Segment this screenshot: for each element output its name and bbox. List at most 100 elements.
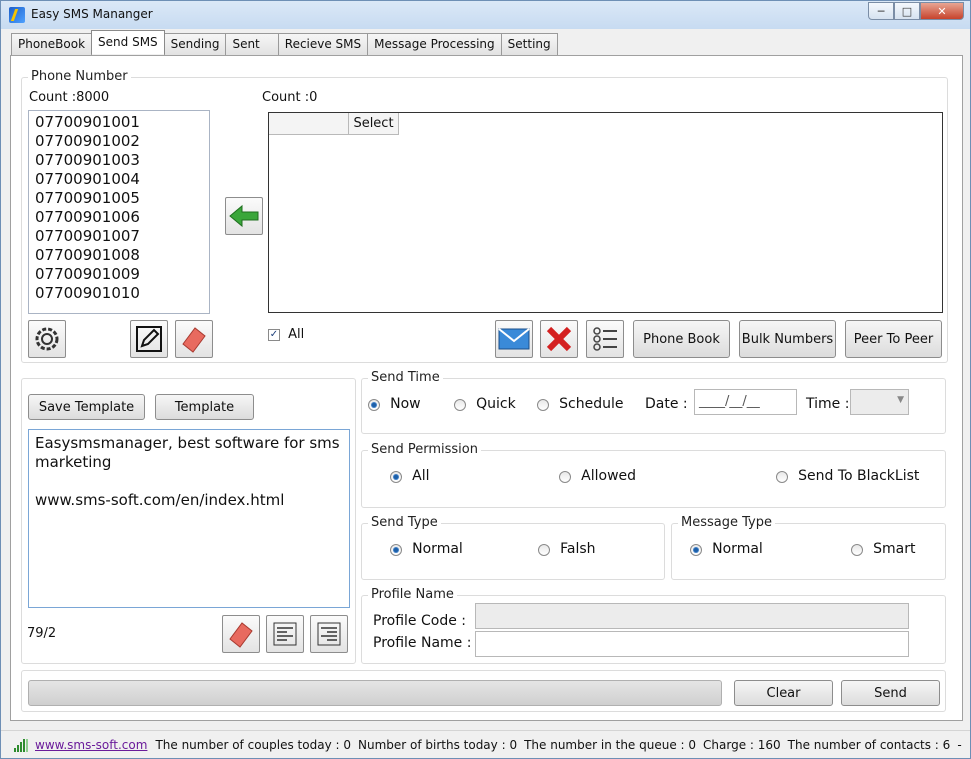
radio-quick-label: Quick: [476, 396, 516, 412]
green-arrow-left-icon: [229, 204, 259, 228]
list-item[interactable]: 07700901004: [35, 170, 209, 189]
tab-recieve-sms[interactable]: Recieve SMS: [277, 33, 369, 55]
radio-msg-smart[interactable]: Smart: [851, 541, 916, 557]
profile-code-input[interactable]: [475, 603, 909, 629]
radio-type-falsh-dot[interactable]: [538, 543, 550, 556]
radio-perm-blacklist-label: Send To BlackList: [798, 468, 920, 484]
minimize-icon[interactable]: ─: [868, 2, 894, 20]
phone-number-title: Phone Number: [28, 69, 131, 84]
erase-message-button[interactable]: [222, 615, 260, 653]
tab-phonebook[interactable]: PhoneBook: [11, 33, 93, 55]
list-icon: [593, 327, 617, 351]
tab-send-sms[interactable]: Send SMS: [91, 30, 165, 54]
radio-perm-all[interactable]: All: [390, 468, 430, 484]
radio-now-dot[interactable]: [368, 398, 380, 411]
radio-schedule[interactable]: Schedule: [537, 396, 623, 412]
radio-msg-normal-label: Normal: [712, 541, 763, 557]
phone-number-list[interactable]: 07700901001 07700901002 07700901003 0770…: [28, 110, 210, 314]
radio-now[interactable]: Now: [368, 396, 421, 412]
align-left-icon: [273, 622, 297, 646]
send-time-title: Send Time: [368, 370, 443, 385]
radio-perm-all-label: All: [412, 468, 430, 484]
website-link[interactable]: www.sms-soft.com: [35, 738, 147, 752]
radio-now-label: Now: [390, 396, 421, 412]
search-settings-button[interactable]: [28, 320, 66, 358]
all-checkbox[interactable]: ✓: [268, 328, 280, 341]
radio-msg-smart-dot[interactable]: [851, 543, 863, 556]
left-count-label: Count :8000: [29, 90, 110, 105]
tab-sending[interactable]: Sending: [163, 33, 227, 55]
profile-name-label: Profile Name :: [373, 635, 472, 651]
list-item[interactable]: 07700901010: [35, 284, 209, 303]
phone-book-button[interactable]: Phone Book: [633, 320, 730, 358]
template-button[interactable]: Template: [155, 394, 254, 420]
radio-perm-blacklist-dot[interactable]: [776, 470, 788, 483]
peer-to-peer-button[interactable]: Peer To Peer: [845, 320, 942, 358]
list-item[interactable]: 07700901009: [35, 265, 209, 284]
list-item[interactable]: 07700901003: [35, 151, 209, 170]
align-right-icon: [317, 622, 341, 646]
status-queue: The number in the queue : 0: [524, 737, 697, 752]
maximize-icon[interactable]: □: [894, 2, 920, 20]
radio-perm-allowed-dot[interactable]: [559, 470, 571, 483]
radio-quick-dot[interactable]: [454, 398, 466, 411]
align-left-button[interactable]: [266, 615, 304, 653]
radio-schedule-dot[interactable]: [537, 398, 549, 411]
tab-message-processing[interactable]: Message Processing: [367, 33, 502, 55]
bulk-numbers-button[interactable]: Bulk Numbers: [739, 320, 836, 358]
tab-setting[interactable]: Setting: [500, 33, 558, 55]
grid-header-select[interactable]: Select: [349, 113, 399, 135]
list-item[interactable]: 07700901007: [35, 227, 209, 246]
radio-perm-allowed[interactable]: Allowed: [559, 468, 636, 484]
message-type-group: Message Type Normal Smart: [671, 515, 946, 580]
erase-numbers-button[interactable]: [175, 320, 213, 358]
radio-perm-all-dot[interactable]: [390, 470, 402, 483]
tab-sent[interactable]: Sent: [225, 33, 279, 55]
send-permission-group: Send Permission All Allowed Send To Blac…: [361, 442, 946, 508]
envelope-icon: [498, 328, 530, 350]
radio-quick[interactable]: Quick: [454, 396, 516, 412]
close-icon[interactable]: ✕: [920, 2, 964, 20]
radio-msg-smart-label: Smart: [873, 541, 916, 557]
eraser-icon: [229, 622, 253, 648]
send-sms-panel: Phone Number Count :8000 Count :0 077009…: [10, 55, 963, 721]
radio-type-normal-label: Normal: [412, 541, 463, 557]
tab-bar: PhoneBook Send SMS Sending Sent Recieve …: [11, 30, 558, 55]
list-item[interactable]: 07700901005: [35, 189, 209, 208]
move-left-button[interactable]: [225, 197, 263, 235]
align-right-button[interactable]: [310, 615, 348, 653]
delete-button[interactable]: [540, 320, 578, 358]
radio-type-falsh-label: Falsh: [560, 541, 596, 557]
date-input[interactable]: ____/__/__: [694, 389, 797, 415]
list-item[interactable]: 07700901006: [35, 208, 209, 227]
edit-button[interactable]: [130, 320, 168, 358]
save-template-button[interactable]: Save Template: [28, 394, 145, 420]
send-mail-button[interactable]: [495, 320, 533, 358]
list-button[interactable]: [586, 320, 624, 358]
char-count-label: 79/2: [27, 626, 57, 641]
selected-numbers-grid[interactable]: Select: [268, 112, 943, 313]
send-button[interactable]: Send: [841, 680, 940, 706]
signal-icon: [14, 738, 28, 752]
profile-name-input[interactable]: [475, 631, 909, 657]
right-count-label: Count :0: [262, 90, 318, 105]
radio-msg-normal[interactable]: Normal: [690, 541, 763, 557]
radio-type-falsh[interactable]: Falsh: [538, 541, 596, 557]
send-time-group: Send Time Now Quick Schedule Date : ____…: [361, 370, 946, 434]
app-icon: [9, 7, 25, 23]
time-dropdown[interactable]: ▼: [850, 389, 909, 415]
list-item[interactable]: 07700901002: [35, 132, 209, 151]
message-type-title: Message Type: [678, 515, 775, 530]
all-checkbox-row[interactable]: ✓ All: [268, 327, 304, 342]
list-item[interactable]: 07700901001: [35, 113, 209, 132]
app-window: Easy SMS Mananger ─ □ ✕ PhoneBook Send S…: [0, 0, 971, 759]
radio-perm-blacklist[interactable]: Send To BlackList: [776, 468, 919, 484]
radio-type-normal[interactable]: Normal: [390, 541, 463, 557]
message-textarea[interactable]: Easysmsmanager, best software for sms ma…: [28, 429, 350, 608]
list-item[interactable]: 07700901008: [35, 246, 209, 265]
all-label: All: [288, 327, 305, 342]
radio-type-normal-dot[interactable]: [390, 543, 402, 556]
radio-msg-normal-dot[interactable]: [690, 543, 702, 556]
clear-button[interactable]: Clear: [734, 680, 833, 706]
radio-schedule-label: Schedule: [559, 396, 624, 412]
